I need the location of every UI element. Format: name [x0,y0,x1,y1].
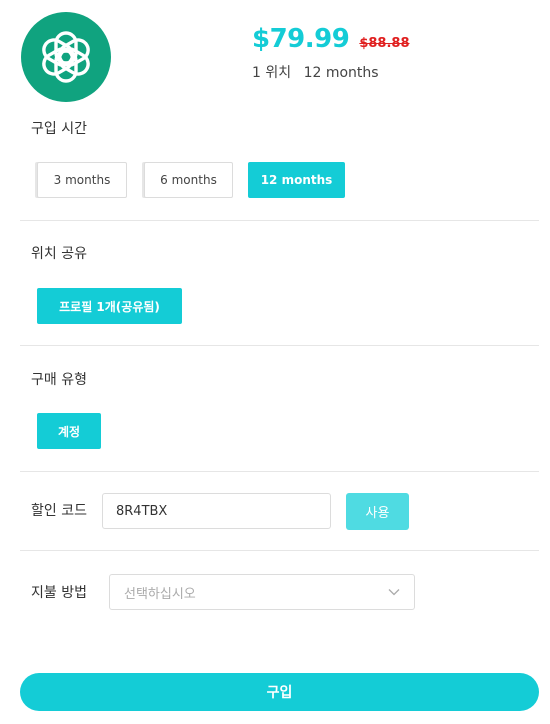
share-option-1-profile[interactable]: 프로필 1개(공유됨) [37,288,182,324]
current-price: $79.99 [252,24,350,54]
chevron-down-icon [388,589,400,596]
divider [20,345,539,346]
original-price: $88.88 [359,36,410,51]
purchase-type-label: 구매 유형 [31,372,87,388]
openai-logo-icon [42,31,90,83]
payment-label: 지불 방법 [31,585,87,601]
price-box: $79.99 $88.88 1 위치 12 months [252,24,410,82]
duration-option-3-months[interactable]: 3 months [37,162,127,198]
purchase-type-account[interactable]: 계정 [37,413,101,449]
coupon-value: 8R4TBX [116,503,168,519]
product-logo [21,12,111,102]
coupon-input[interactable]: 8R4TBX [102,493,331,529]
duration-option-12-months[interactable]: 12 months [248,162,345,198]
share-label: 위치 공유 [31,246,87,262]
buy-button[interactable]: 구입 [20,673,539,711]
duration-label: 구입 시간 [31,121,87,137]
divider [20,471,539,472]
duration-option-6-months[interactable]: 6 months [144,162,233,198]
plan-duration: 12 months [303,65,379,81]
divider [20,550,539,551]
payment-method-select[interactable]: 선택하십시오 [109,574,415,610]
payment-placeholder: 선택하십시오 [124,586,196,602]
apply-coupon-button[interactable]: 사용 [346,493,409,530]
seat-count: 1 위치 [252,65,292,81]
plan-summary: 1 위치 12 months [252,62,410,82]
divider [20,220,539,221]
coupon-label: 할인 코드 [31,503,87,519]
